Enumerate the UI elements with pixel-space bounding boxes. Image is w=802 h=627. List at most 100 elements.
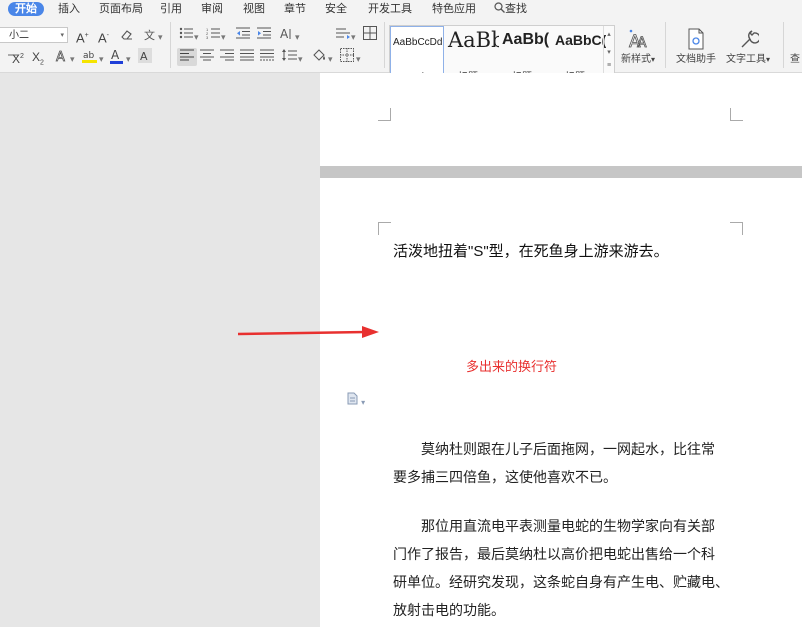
chevron-down-icon[interactable]: ▾ <box>295 29 300 45</box>
text-direction-icon <box>336 28 350 39</box>
tab-view[interactable]: 视图 <box>243 2 265 16</box>
tab-chapter[interactable]: 章节 <box>284 2 306 16</box>
line-spacing-button[interactable] <box>282 49 297 65</box>
doc-assistant-label: 文档助手 <box>676 54 716 65</box>
indent-icon <box>257 27 271 39</box>
new-style-label: 新样式 <box>621 54 651 65</box>
text-tools-label: 文字工具 <box>726 54 766 65</box>
paragraph-line: 那位用直流电平表测量电蛇的生物学家向有关部 <box>393 519 715 535</box>
chevron-down-icon[interactable]: ▾ <box>328 51 333 67</box>
new-style-button[interactable]: A A 新样式▾ <box>621 28 655 65</box>
style-sample: AaBb( <box>502 31 550 48</box>
doc-assistant-button[interactable]: 文档助手 <box>676 28 716 65</box>
wrench-icon <box>741 30 759 48</box>
doc-assistant-icon <box>688 28 704 50</box>
align-right-button[interactable] <box>220 49 234 65</box>
tab-page-layout[interactable]: 页面布局 <box>99 2 143 16</box>
decrease-indent-button[interactable] <box>236 27 250 43</box>
tab-home[interactable]: 开始 <box>8 2 44 16</box>
chevron-down-icon[interactable]: ▾ <box>99 51 104 67</box>
chevron-up-icon[interactable]: ▴ <box>604 30 614 38</box>
numbered-list-button[interactable]: 123 <box>206 27 220 43</box>
svg-text:3: 3 <box>206 35 209 39</box>
shading-button[interactable] <box>312 48 327 66</box>
align-right-icon <box>220 49 234 61</box>
font-color-icon: A <box>110 48 123 64</box>
search-button[interactable]: 查找 <box>494 2 527 16</box>
table-grid-icon <box>363 26 377 40</box>
char-border-button[interactable]: A <box>138 48 152 67</box>
font-size-select[interactable]: 小二 ▾ <box>0 27 68 43</box>
tab-review[interactable]: 审阅 <box>201 2 223 16</box>
borders-icon <box>340 48 354 62</box>
justify-icon <box>240 49 254 61</box>
svg-text:A: A <box>140 50 148 63</box>
text-tools-button[interactable]: 文字工具▾ <box>726 28 770 65</box>
margin-corner-marker <box>730 222 743 235</box>
highlight-button[interactable]: ab <box>82 48 98 68</box>
svg-text:A: A <box>111 48 120 62</box>
grow-font-button[interactable]: A+ <box>76 28 89 46</box>
highlighter-icon: ab <box>82 51 97 63</box>
justify-button[interactable] <box>240 49 254 65</box>
increase-indent-button[interactable] <box>257 27 271 43</box>
bullet-list-button[interactable] <box>179 27 193 43</box>
paragraph-line: 要多捕三四倍鱼，这使他喜欢不已。 <box>393 470 617 486</box>
margin-corner-marker <box>730 108 743 121</box>
paragraph[interactable]: 莫纳杜则跟在儿子后面拖网，一网起水，比往常 要多捕三四倍鱼，这使他喜欢不已。 <box>393 436 733 492</box>
text-effect-button[interactable]: A <box>55 49 68 67</box>
svg-text:ab: ab <box>83 51 95 61</box>
phonetic-guide-button[interactable]: 文 <box>143 27 157 45</box>
document-text-line[interactable]: 活泼地扭着"S"型，在死鱼身上游来游去。 <box>393 240 669 261</box>
find-replace-button[interactable]: 查 <box>790 50 800 65</box>
divider <box>384 22 385 68</box>
paint-bucket-icon <box>313 49 325 61</box>
tab-references[interactable]: 引用 <box>160 2 182 16</box>
chevron-down-icon[interactable]: ▾ <box>194 29 199 45</box>
chevron-down-icon[interactable]: ▾ <box>351 29 356 45</box>
more-icon[interactable]: ≡ <box>604 62 614 69</box>
tab-insert[interactable]: 插入 <box>58 2 80 16</box>
divider <box>170 22 171 68</box>
paragraph-line: 门作了报告，最后莫纳杜以高价把电蛇出售给一个科 <box>393 547 715 563</box>
page-1-bottom <box>320 73 802 166</box>
chevron-down-icon[interactable]: ▾ <box>298 51 303 67</box>
shrink-font-button[interactable]: A- <box>98 28 109 46</box>
style-sample: AaBbC( <box>555 32 606 48</box>
chevron-down-icon[interactable]: ▾ <box>126 51 131 67</box>
align-left-button[interactable] <box>180 49 194 65</box>
annotation-label: 多出来的换行符 <box>466 359 558 374</box>
borders-button[interactable] <box>340 48 354 66</box>
paragraph-line: 研单位。经研究发现，这条蛇自身有产生电、贮藏电、 <box>393 575 729 591</box>
distribute-button[interactable] <box>260 49 274 65</box>
align-center-icon <box>200 49 214 61</box>
clear-format-button[interactable] <box>120 28 133 45</box>
text-effect-icon: A <box>56 50 66 66</box>
chevron-down-icon[interactable]: ▾ <box>604 48 614 56</box>
red-arrow-icon <box>238 326 379 338</box>
new-style-icon: A A <box>629 29 647 50</box>
chevron-down-icon[interactable]: ▾ <box>70 51 75 67</box>
paragraph-mark-button[interactable]: ▾ <box>347 392 365 408</box>
chevron-down-icon: ▾ <box>361 398 366 407</box>
subscript-button[interactable]: X2 <box>32 49 44 71</box>
chinese-layout-button[interactable]: A <box>280 27 294 44</box>
paragraph[interactable]: 那位用直流电平表测量电蛇的生物学家向有关部 门作了报告，最后莫纳杜以高价把电蛇出… <box>393 513 733 625</box>
text-direction-button[interactable] <box>336 27 350 43</box>
chevron-down-icon[interactable]: ▾ <box>158 29 163 45</box>
align-center-button[interactable] <box>200 49 214 65</box>
tab-developer[interactable]: 开发工具 <box>368 2 412 16</box>
font-size-value: 小二 <box>9 30 29 41</box>
chevron-down-icon[interactable]: ▾ <box>356 51 361 67</box>
chevron-down-icon[interactable]: ▾ <box>221 29 226 45</box>
tab-features[interactable]: 特色应用 <box>432 2 476 16</box>
outdent-icon <box>236 27 250 39</box>
line-spacing-icon <box>282 49 297 61</box>
superscript-button[interactable]: X2 <box>12 49 24 67</box>
align-left-icon <box>180 49 194 61</box>
distribute-icon <box>260 49 274 61</box>
tab-security[interactable]: 安全 <box>325 2 347 16</box>
font-color-button[interactable]: A <box>110 48 123 68</box>
table-border-button[interactable] <box>363 26 377 44</box>
eraser-icon <box>121 30 132 40</box>
